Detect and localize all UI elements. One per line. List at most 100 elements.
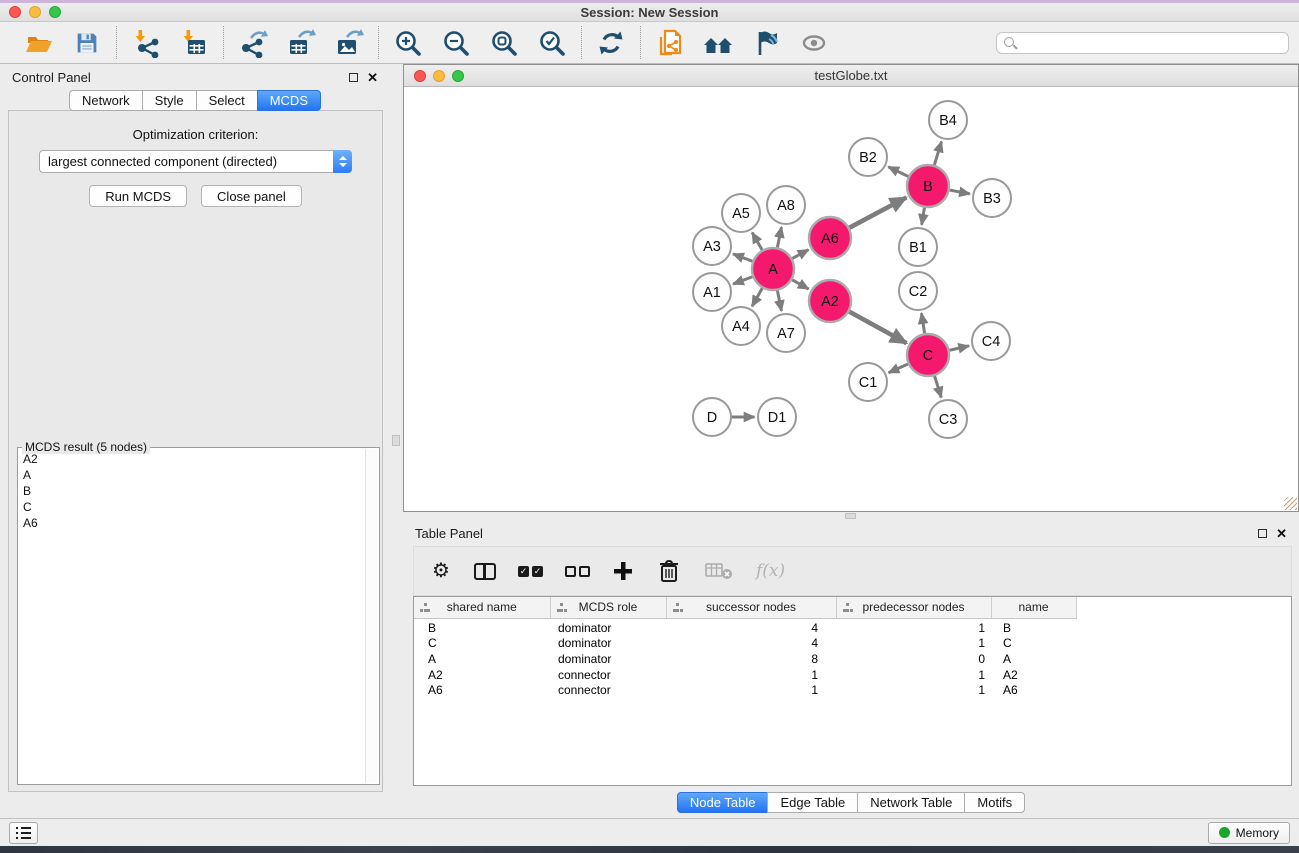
vertical-splitter[interactable] <box>390 64 403 818</box>
criterion-select[interactable]: largest connected component (directed) <box>39 150 352 173</box>
zoom-selected-icon[interactable] <box>536 27 568 59</box>
table-row[interactable]: Adominator80A <box>414 652 1291 668</box>
mcds-result-item[interactable]: A2 <box>23 451 363 467</box>
add-column-icon[interactable] <box>612 558 634 584</box>
graph-node-A5[interactable]: A5 <box>722 194 760 232</box>
graph-node-C2[interactable]: C2 <box>899 272 937 310</box>
zoom-fit-icon[interactable] <box>488 27 520 59</box>
show-columns-icon[interactable] <box>474 558 496 584</box>
column-header-name[interactable]: name <box>991 597 1076 618</box>
column-header-successor-nodes[interactable]: successor nodes <box>666 597 836 618</box>
graph-node-C4[interactable]: C4 <box>972 322 1010 360</box>
splitter-handle[interactable] <box>392 435 400 446</box>
mcds-result-item[interactable]: C <box>23 499 363 515</box>
graph-node-D1[interactable]: D1 <box>758 398 796 436</box>
refresh-icon[interactable] <box>595 27 627 59</box>
export-image-icon[interactable] <box>333 27 365 59</box>
export-network-icon[interactable] <box>237 27 269 59</box>
graph-node-A[interactable]: A <box>752 248 794 290</box>
graph-node-A6[interactable]: A6 <box>809 217 851 259</box>
graph-edge-A-A2[interactable] <box>792 280 808 289</box>
network-close-button[interactable] <box>414 70 426 82</box>
column-header-shared-name[interactable]: shared name <box>414 597 550 618</box>
graph-edge-C-C3[interactable] <box>935 376 942 398</box>
float-panel-icon[interactable] <box>349 73 358 82</box>
table-row[interactable]: Bdominator41B <box>414 618 1291 636</box>
graph-edge-A-A4[interactable] <box>752 288 762 306</box>
network-canvas[interactable]: B4 B2 B B3 A8A5 A6 A3 B1 A A1 C2 A2 A4A7 C4 C C1 C3 D D1 <box>404 87 1298 511</box>
graph-edge-B-B3[interactable] <box>950 190 970 194</box>
graph-edge-C-C2[interactable] <box>921 313 924 333</box>
select-all-icon[interactable]: ✓✓ <box>518 558 543 584</box>
tab-mcds[interactable]: MCDS <box>257 90 321 111</box>
zoom-window-button[interactable] <box>49 6 61 18</box>
tab-network[interactable]: Network <box>69 90 143 111</box>
graphics-flag-icon[interactable] <box>750 27 782 59</box>
clone-network-icon[interactable] <box>654 27 686 59</box>
graph-node-A7[interactable]: A7 <box>767 314 805 352</box>
column-header-mcds-role[interactable]: MCDS role <box>550 597 666 618</box>
graph-node-C[interactable]: C <box>907 334 949 376</box>
tab-select[interactable]: Select <box>196 90 258 111</box>
column-header-predecessor-nodes[interactable]: predecessor nodes <box>836 597 991 618</box>
graph-edge-C-C4[interactable] <box>949 346 969 350</box>
zoom-in-icon[interactable] <box>392 27 424 59</box>
graph-node-C1[interactable]: C1 <box>849 363 887 401</box>
mcds-result-item[interactable]: A <box>23 467 363 483</box>
eye-icon[interactable] <box>798 27 830 59</box>
result-scrollbar[interactable] <box>365 449 378 783</box>
memory-button[interactable]: Memory <box>1208 822 1290 844</box>
graph-node-A2[interactable]: A2 <box>809 280 851 322</box>
table-settings-gear-icon[interactable]: ⚙ <box>430 558 452 584</box>
home-icon[interactable] <box>702 27 734 59</box>
graph-node-B3[interactable]: B3 <box>973 179 1011 217</box>
graph-node-A4[interactable]: A4 <box>722 307 760 345</box>
table-row[interactable]: A2connector11A2 <box>414 668 1291 684</box>
graph-node-C3[interactable]: C3 <box>929 400 967 438</box>
tab-style[interactable]: Style <box>142 90 197 111</box>
graph-edge-A-A7[interactable] <box>777 291 781 311</box>
splitter-handle[interactable] <box>845 513 856 519</box>
graph-edge-B-B1[interactable] <box>922 208 925 225</box>
table-row[interactable]: A6connector11A6 <box>414 683 1291 699</box>
open-session-icon[interactable] <box>23 27 55 59</box>
graph-node-A8[interactable]: A8 <box>767 186 805 224</box>
mcds-result-item[interactable]: A6 <box>23 515 363 531</box>
export-table-icon[interactable] <box>285 27 317 59</box>
table-tab-motifs[interactable]: Motifs <box>964 792 1025 813</box>
graph-node-D[interactable]: D <box>693 398 731 436</box>
task-history-button[interactable] <box>9 822 38 844</box>
delete-column-icon[interactable] <box>656 558 682 584</box>
save-session-icon[interactable] <box>71 27 103 59</box>
graph-edge-A6-B[interactable] <box>849 197 906 227</box>
graph-node-A1[interactable]: A1 <box>693 273 731 311</box>
graph-node-B2[interactable]: B2 <box>849 138 887 176</box>
graph-edge-B-B2[interactable] <box>888 167 908 177</box>
graph-node-B[interactable]: B <box>907 165 949 207</box>
table-tab-node-table[interactable]: Node Table <box>677 792 769 813</box>
minimize-window-button[interactable] <box>29 6 41 18</box>
float-table-panel-icon[interactable] <box>1258 529 1267 538</box>
mcds-result-item[interactable]: B <box>23 483 363 499</box>
graph-edge-A-A5[interactable] <box>752 233 762 250</box>
run-mcds-button[interactable]: Run MCDS <box>89 185 187 207</box>
graph-edge-C-C1[interactable] <box>889 364 908 373</box>
table-tab-edge-table[interactable]: Edge Table <box>767 792 858 813</box>
search-input[interactable] <box>1018 34 1288 52</box>
close-window-button[interactable] <box>9 6 21 18</box>
network-zoom-button[interactable] <box>452 70 464 82</box>
table-tab-network-table[interactable]: Network Table <box>857 792 965 813</box>
import-network-icon[interactable] <box>130 27 162 59</box>
close-panel-button[interactable]: Close panel <box>201 185 302 207</box>
graph-node-B1[interactable]: B1 <box>899 228 937 266</box>
graph-node-A3[interactable]: A3 <box>693 227 731 265</box>
graph-edge-B-B4[interactable] <box>934 142 941 165</box>
graph-edge-A-A1[interactable] <box>733 277 752 284</box>
deselect-all-icon[interactable] <box>565 558 590 584</box>
close-table-panel-icon[interactable]: ✕ <box>1276 527 1287 540</box>
graph-node-B4[interactable]: B4 <box>929 101 967 139</box>
graph-edge-A-A6[interactable] <box>792 250 808 259</box>
graph-edge-A2-C[interactable] <box>849 312 906 344</box>
import-table-icon[interactable] <box>178 27 210 59</box>
zoom-out-icon[interactable] <box>440 27 472 59</box>
